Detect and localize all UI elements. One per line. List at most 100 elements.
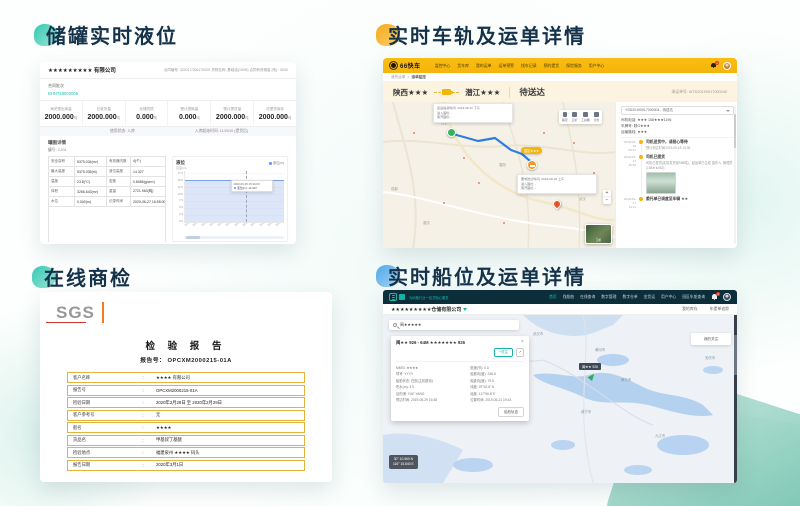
tank-panel: ★★★★★★★★★ 有限公司 合同编号: 320017/20617000S 货物… xyxy=(40,62,296,244)
map-control-button[interactable]: 卫星 xyxy=(572,112,578,122)
map-city-label: 成都 xyxy=(391,186,398,191)
truck-nav-item[interactable]: 用户中心 xyxy=(589,63,605,69)
ship-nav-item[interactable]: 找船舶 xyxy=(563,295,574,300)
share-icon[interactable]: ↗ xyxy=(516,348,524,357)
follow-button[interactable]: +关注 xyxy=(494,348,513,357)
report-row: 客户名称 : ★★★★ 有限公司 xyxy=(67,372,305,383)
table-row: 温度 23.8(°C) 密度 0.8086(g/cm³) xyxy=(49,177,165,187)
stat-value: 0.000 xyxy=(179,114,197,121)
map-control-button[interactable]: 路况 xyxy=(562,112,568,122)
report-field-label: 检验地点 xyxy=(68,450,130,456)
ship-track-button[interactable]: 船舶轨迹 xyxy=(498,407,524,417)
field-right: 船迹向(度): 79.8 xyxy=(470,378,524,385)
map-scrollbar[interactable] xyxy=(734,315,737,483)
field-left: 预达时间: 2019-05-29 15:38 xyxy=(396,397,470,404)
map-control-button[interactable]: 全景 xyxy=(594,112,600,122)
tank-status-right: 入库起始时间: 11/2010 (提货后) xyxy=(195,129,248,134)
chart-plot-area[interactable]: 2020-06-25 15:34:00 液位(m): 14.327 xyxy=(184,171,284,223)
company-selector[interactable]: ★★★★★★★★★仓储有限公司 xyxy=(391,306,467,313)
tank-number: 罐号: C101 xyxy=(48,148,288,153)
truck-marker[interactable] xyxy=(527,160,537,170)
breadcrumb-current: 运单监控 xyxy=(411,75,425,80)
ship-field-row: 吃水(m): 3.9 纬度: 29°52.8′ N xyxy=(396,384,524,391)
timeline-item: 2019-09-1714:11 委托单已调度至车辆 ★★ xyxy=(621,197,734,209)
field-left: 呼号: YYYY xyxy=(396,371,470,378)
scrollbar-thumb[interactable] xyxy=(186,236,200,239)
ship-subbar: ★★★★★★★★★仓储有限公司 我的库存 车提单追踪 xyxy=(383,304,737,315)
route-destination: 潜江★★★ xyxy=(465,87,500,98)
ship-nav-item[interactable]: 金货运 xyxy=(644,295,655,300)
report-field-label: 客户名称 xyxy=(68,375,130,381)
notification-badge: 1 xyxy=(716,292,720,296)
notification-bell-icon[interactable]: 1 xyxy=(711,63,717,69)
close-icon[interactable]: × xyxy=(521,340,524,345)
report-field-label: 报告号 xyxy=(68,387,130,393)
ship-nav-item[interactable]: 数字管理 xyxy=(601,295,616,300)
truck-nav-item[interactable]: 保险服务 xyxy=(566,63,582,69)
stat-value: 2000.000 xyxy=(45,114,74,121)
ship-nav-item[interactable]: 首页 xyxy=(549,295,557,300)
map-control-label: 全景 xyxy=(594,118,600,122)
zoom-in-button[interactable]: + xyxy=(603,190,611,197)
map-control-button[interactable]: 工具箱 xyxy=(581,112,589,122)
chart-yticks: 17.515.012.510.07.55.02.50.0 xyxy=(176,171,184,223)
truck-nav: 监控中心货车库 我的运单运单预警 找车记录 预约提货保险服务 用户中心 xyxy=(435,63,711,69)
my-inventory-link[interactable]: 我的库存 xyxy=(682,306,698,312)
ship-position-label[interactable]: 闽★★ 926 xyxy=(579,363,601,370)
user-avatar[interactable] xyxy=(723,293,731,301)
ytick: 10.0 xyxy=(176,192,183,196)
truck-nav-item[interactable]: 找车记录 xyxy=(521,63,537,69)
inspection-section-title: 在线商检 xyxy=(44,262,132,291)
chart-scrollbar[interactable] xyxy=(184,236,284,239)
scrollbar-thumb[interactable] xyxy=(734,335,737,375)
ship-nav-item[interactable]: 数字仓单 xyxy=(622,295,637,300)
panel-scrollbar[interactable] xyxy=(734,106,736,244)
ship-app-header: 为树脂行业一站式贴心服务 首页 找船舶 在线查询 数字管理 数字仓单 金货运 用户中心 园区车… xyxy=(383,290,737,304)
truck-brand: 66快车 xyxy=(400,61,421,70)
chart-legend[interactable]: 液位(m) xyxy=(269,160,284,166)
map-control-icon xyxy=(594,112,599,117)
divider xyxy=(509,87,510,98)
bl-tracking-link[interactable]: 车提单追踪 xyxy=(710,306,729,312)
truck-nav-item[interactable]: 运单预警 xyxy=(498,63,514,69)
truck-tooltip: 要求送达时间: 2019-09-18 上午 进入围栏: - 离开围栏: - xyxy=(517,174,597,194)
scrollbar-thumb[interactable] xyxy=(734,114,736,148)
stat-value: 0.000 xyxy=(136,114,154,121)
user-avatar[interactable] xyxy=(723,62,731,70)
route-origin: 陕西★★★ xyxy=(393,87,428,98)
report-field-label: 报告日期 xyxy=(68,462,130,468)
row-label-2: 重量 xyxy=(107,187,131,196)
truck-nav-item[interactable]: 货车库 xyxy=(457,63,469,69)
tank-batch-number-link[interactable]: BHNT19000005 xyxy=(48,91,288,96)
ship-nav-item[interactable]: 在线查询 xyxy=(580,295,595,300)
tank-section-title: 储罐实时液位 xyxy=(46,20,178,49)
my-follow-tab[interactable]: 我的关注 xyxy=(691,333,731,345)
truck-nav-item[interactable]: 我的运单 xyxy=(476,63,492,69)
pickup-photo[interactable] xyxy=(646,172,676,194)
truck-position-label[interactable]: 园区★★★ xyxy=(521,147,542,154)
truck-nav-item[interactable]: 预约提货 xyxy=(544,63,560,69)
truck-logo[interactable]: 66快车 xyxy=(389,61,421,70)
timeline-title: 司机已提货 xyxy=(646,155,734,160)
ship-nav-item[interactable]: 园区车船查询 xyxy=(682,295,705,300)
chart-ylabel: 高度(m) xyxy=(176,166,284,170)
xtick: 2020-06-24 04:55 xyxy=(225,224,228,227)
map-city-label: 武汉 xyxy=(579,196,586,201)
breadcrumb-parent[interactable]: 我的运单 xyxy=(391,75,405,80)
truck-nav-item[interactable]: 监控中心 xyxy=(435,63,451,69)
report-title: 检 验 报 告 xyxy=(56,338,316,352)
ship-map[interactable]: 武汉市 黄冈市 黄石市 咸宁市 九江市 安庆市 闽★★★★★ 闽★★ 926 -… xyxy=(383,315,737,483)
waybill-select[interactable]: YSD20190917000004 - 待送达 xyxy=(621,106,734,115)
report-field-value: ★★★★ 有限公司 xyxy=(156,375,304,381)
stat-label: 预计损耗量 xyxy=(180,107,198,112)
satellite-thumbnail[interactable]: 卫星 xyxy=(585,224,612,244)
ship-nav-item[interactable]: 用户中心 xyxy=(661,295,676,300)
notification-bell-icon[interactable]: 1 xyxy=(712,294,718,300)
chart-xticks: 2020-06-21 16:552020-06-22 04:552020-06-… xyxy=(184,223,284,236)
zoom-out-button[interactable]: − xyxy=(603,197,611,204)
field-right: 航速(节): 0.0 xyxy=(470,365,524,372)
truck-map[interactable]: 西安 襄阳 武汉 重庆 成都 最后提货时间: 2019-09-11 下午 进入围… xyxy=(383,102,615,248)
ship-logo[interactable]: 为树脂行业一站式贴心服务 xyxy=(389,293,449,301)
ship-search-box[interactable]: 闽★★★★★ xyxy=(389,320,519,330)
origin-marker[interactable] xyxy=(447,128,456,137)
